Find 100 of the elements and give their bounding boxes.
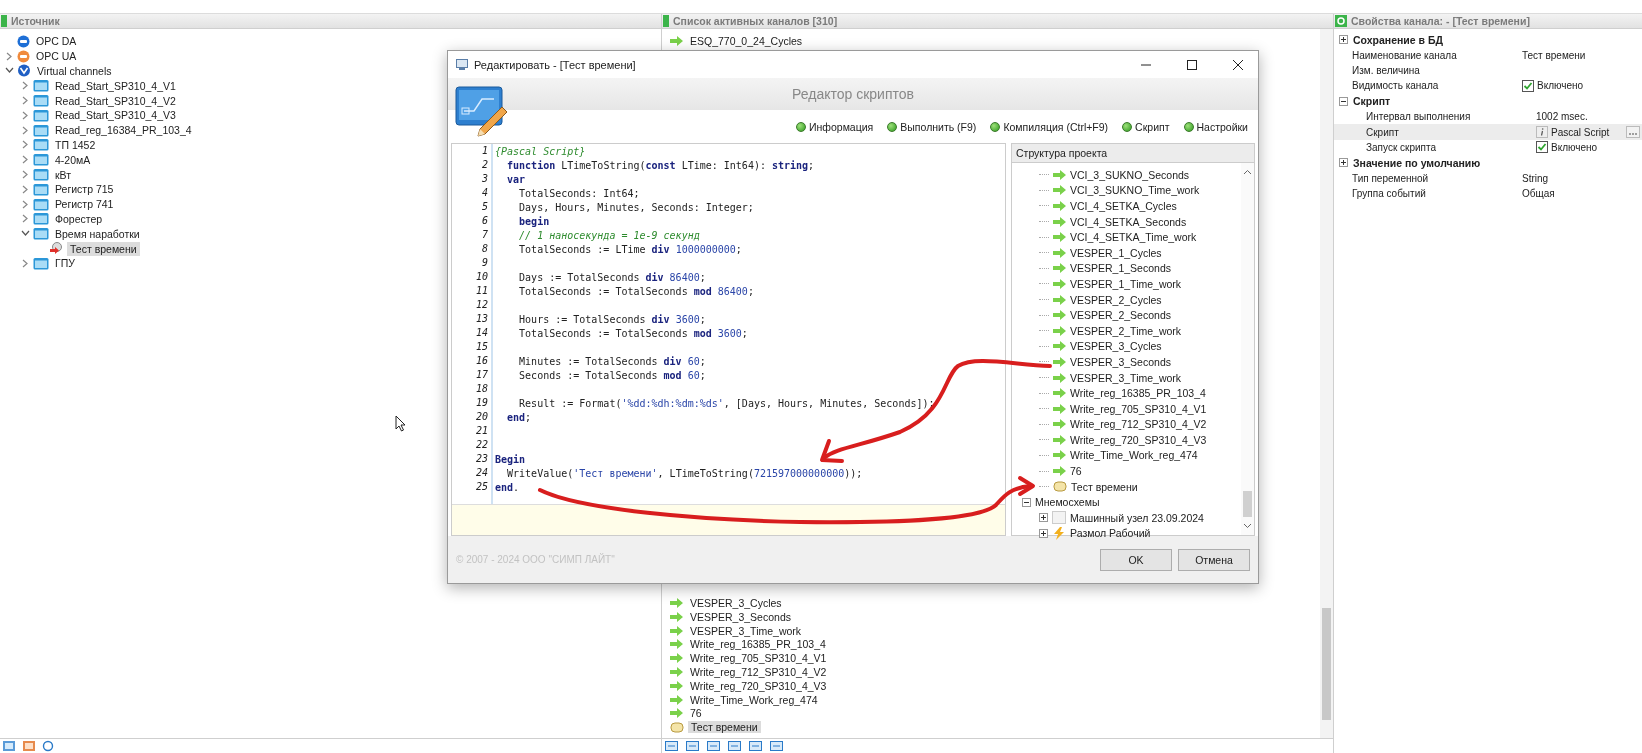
chevron-right-icon[interactable] xyxy=(21,81,29,91)
chevron-right-icon[interactable] xyxy=(21,199,29,209)
checkbox[interactable] xyxy=(1522,79,1534,92)
channel-item[interactable]: 76 xyxy=(687,707,705,720)
chevron-right-icon[interactable] xyxy=(21,258,29,268)
tree-item[interactable]: VESPER_1_Cycles xyxy=(1070,246,1162,259)
chevron-right-icon[interactable] xyxy=(21,96,29,106)
expander-icon[interactable] xyxy=(1022,497,1031,507)
tree-item[interactable]: Тест времени xyxy=(67,241,140,256)
code-line: WriteValue('Тест времени', LTimeToString(721597000000000)); xyxy=(506,468,863,479)
channel-item[interactable]: VESPER_3_Time_work xyxy=(687,624,805,637)
toolbar-icon[interactable] xyxy=(727,740,742,752)
tree-item[interactable]: VCI_4_SETKA_Time_work xyxy=(1070,231,1197,244)
chevron-right-icon[interactable] xyxy=(21,214,29,224)
maximize-icon[interactable] xyxy=(1186,58,1198,71)
chevron-right-icon[interactable] xyxy=(21,170,29,180)
tree-item[interactable]: VESPER_1_Time_work xyxy=(1070,277,1182,290)
tree-item[interactable]: Машинный узел 23.09.2024 xyxy=(1070,511,1204,524)
scroll-down-icon[interactable] xyxy=(1243,523,1252,529)
tree-item[interactable]: Read_Start_SP310_4_V2 xyxy=(52,93,179,108)
channel-item[interactable]: Тест времени xyxy=(688,721,761,734)
expander-icon[interactable] xyxy=(1339,96,1348,106)
channel-item[interactable]: Write_reg_705_SP310_4_V1 xyxy=(687,652,830,665)
tree-item[interactable]: VESPER_2_Time_work xyxy=(1070,324,1182,337)
search-icon[interactable] xyxy=(42,740,56,752)
channel-item[interactable]: ESQ_770_0_24_Cycles xyxy=(687,34,806,47)
chevron-down-icon[interactable] xyxy=(4,67,14,75)
tree-item[interactable]: Virtual channels xyxy=(34,64,115,78)
tree-item[interactable]: Write_reg_720_SP310_4_V3 xyxy=(1070,433,1207,446)
channel-item[interactable]: Write_reg_712_SP310_4_V2 xyxy=(687,665,830,678)
tree-item[interactable]: Write_reg_705_SP310_4_V1 xyxy=(1070,402,1207,415)
scrollbar-thumb[interactable] xyxy=(1322,608,1331,720)
tree-item[interactable]: VCI_3_SUKNO_Seconds xyxy=(1070,168,1190,181)
tree-item[interactable]: OPC UA xyxy=(33,49,80,64)
toolbar-icon[interactable] xyxy=(769,740,784,752)
chevron-down-icon[interactable] xyxy=(20,230,30,238)
expander-icon[interactable] xyxy=(1339,35,1348,45)
toolbar-button[interactable]: Выполнить (F9) xyxy=(887,120,977,133)
toolbar-icon[interactable] xyxy=(685,740,700,752)
checkbox[interactable] xyxy=(1536,141,1548,154)
toolbar-icon[interactable] xyxy=(664,740,679,752)
tree-item[interactable]: VCI_4_SETKA_Seconds xyxy=(1070,215,1187,228)
expander-icon[interactable] xyxy=(1039,528,1048,538)
chevron-right-icon[interactable] xyxy=(21,125,29,135)
channel-item[interactable]: Write_reg_720_SP310_4_V3 xyxy=(687,679,830,692)
tree-item[interactable]: 4-20мА xyxy=(52,152,94,167)
close-icon[interactable] xyxy=(1232,58,1244,71)
tree-item[interactable]: Размол Рабочий xyxy=(1070,527,1151,540)
tree-item[interactable]: ГПУ xyxy=(52,256,78,271)
channel-item[interactable]: Write_Time_Work_reg_474 xyxy=(687,693,821,706)
toolbar-button[interactable]: Информация xyxy=(796,120,874,133)
tree-item[interactable]: OPC DA xyxy=(33,34,80,49)
tree-item[interactable]: Read_Start_SP310_4_V1 xyxy=(52,78,179,93)
tree-item[interactable]: VESPER_3_Cycles xyxy=(1070,340,1162,353)
scrollbar[interactable] xyxy=(1320,29,1333,738)
tree-item[interactable]: ТП 1452 xyxy=(52,137,99,152)
tree-item[interactable]: VCI_4_SETKA_Cycles xyxy=(1070,200,1177,212)
chevron-right-icon[interactable] xyxy=(21,184,29,194)
scroll-up-icon[interactable] xyxy=(1243,169,1252,175)
channel-item[interactable]: VESPER_3_Seconds xyxy=(687,610,794,623)
tree-item[interactable]: Форестер xyxy=(52,211,106,226)
tree-item[interactable]: Read_reg_16384_PR_103_4 xyxy=(52,123,195,138)
expander-icon[interactable] xyxy=(1039,513,1048,523)
dialog-button[interactable]: OK xyxy=(1100,548,1172,571)
scrollbar[interactable] xyxy=(1241,163,1254,535)
chevron-right-icon[interactable] xyxy=(5,51,13,61)
toolbar-button[interactable]: Настройки xyxy=(1183,120,1248,133)
tree-item[interactable]: Read_Start_SP310_4_V3 xyxy=(52,108,179,123)
tree-item[interactable]: VESPER_2_Cycles xyxy=(1070,293,1162,306)
tree-item[interactable]: Время наработки xyxy=(52,226,143,241)
tree-item[interactable]: Регистр 741 xyxy=(52,197,117,212)
tree-item[interactable]: кВт xyxy=(52,167,75,182)
tree-item[interactable]: Write_Time_Work_reg_474 xyxy=(1070,449,1198,462)
toolbar-button[interactable]: Скрипт xyxy=(1122,120,1170,133)
tree-item[interactable]: Write_reg_712_SP310_4_V2 xyxy=(1070,418,1207,431)
more-icon[interactable] xyxy=(1626,126,1640,139)
tree-item[interactable]: VESPER_2_Seconds xyxy=(1070,309,1171,322)
channel-item[interactable]: Write_reg_16385_PR_103_4 xyxy=(687,638,829,651)
tree-item[interactable]: VESPER_1_Seconds xyxy=(1070,262,1171,275)
tree-item[interactable]: VESPER_3_Seconds xyxy=(1070,355,1171,368)
toolbar-button[interactable]: Компиляция (Ctrl+F9) xyxy=(990,120,1109,133)
tree-item[interactable]: Регистр 715 xyxy=(52,182,117,197)
info-icon[interactable] xyxy=(1536,126,1548,139)
tree-item[interactable]: VCI_3_SUKNO_Time_work xyxy=(1070,184,1200,197)
tree-icon[interactable] xyxy=(22,740,36,752)
chevron-right-icon[interactable] xyxy=(21,140,29,150)
chevron-right-icon[interactable] xyxy=(21,155,29,165)
toolbar-icon[interactable] xyxy=(748,740,763,752)
dialog-button[interactable]: Отмена xyxy=(1178,548,1250,571)
tree-icon[interactable] xyxy=(2,740,16,752)
tree-item[interactable]: VESPER_3_Time_work xyxy=(1070,371,1182,384)
toolbar-icon[interactable] xyxy=(706,740,721,752)
tree-item[interactable]: Тест времени xyxy=(1071,480,1138,493)
expander-icon[interactable] xyxy=(1339,158,1348,168)
chevron-right-icon[interactable] xyxy=(21,110,29,120)
tree-item[interactable]: Мнемосхемы xyxy=(1035,496,1100,509)
tree-item[interactable]: Write_reg_16385_PR_103_4 xyxy=(1070,387,1206,400)
channel-item[interactable]: VESPER_3_Cycles xyxy=(687,596,785,609)
scrollbar-thumb[interactable] xyxy=(1243,491,1252,517)
tree-item[interactable]: 76 xyxy=(1070,465,1082,478)
